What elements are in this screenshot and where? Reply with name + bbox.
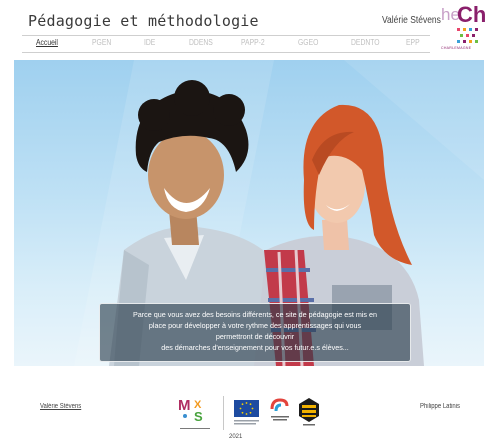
nav-item-ide[interactable]: IDE: [144, 38, 155, 47]
header-author: Valérie Stévens: [382, 15, 441, 26]
caption-line: permettront de découvrir: [215, 332, 295, 341]
footer-author-right: Philippe Latinis: [420, 403, 461, 410]
svg-text:S: S: [194, 409, 203, 424]
site-header: Pédagogie et méthodologie Valérie Stéven…: [0, 0, 485, 58]
mis-logo: M X S: [178, 397, 210, 429]
eu-flag-logo: [234, 400, 259, 425]
nav-item-ggeo[interactable]: GGEO: [298, 38, 318, 47]
nav-item-ddens[interactable]: DDENS: [189, 38, 213, 47]
nav-item-papp-2[interactable]: PAPP-2: [241, 38, 265, 47]
nav-item-pgen[interactable]: PGEN: [92, 38, 111, 47]
nav-item-dednto[interactable]: DEDNTO: [351, 38, 380, 47]
svg-text:M: M: [178, 397, 191, 414]
footer-year: 2021: [229, 434, 243, 440]
nav-item-epp[interactable]: EPP: [406, 38, 420, 47]
nav-divider-bottom: [22, 52, 430, 53]
nav-divider-top: [22, 35, 430, 36]
main-nav: Accueil PGEN IDE DDENS PAPP-2 GGEO DEDNT…: [22, 37, 430, 51]
fwb-logo: [270, 398, 289, 421]
logo-tagline: CHARLEMAGNE: [441, 46, 472, 50]
nav-item-accueil[interactable]: Accueil: [36, 38, 58, 47]
logo-ch-text: Ch: [457, 2, 485, 27]
caption-line: Parce que vous avez des besoins différen…: [133, 310, 377, 319]
logo-dots-icon: [455, 28, 481, 44]
caption-line: place pour développer à votre rythme des…: [148, 321, 362, 330]
footer-divider: [223, 396, 224, 430]
hech-logo[interactable]: he Ch CHARLEMAGNE: [441, 2, 485, 52]
hero-banner: Parce que vous avez des besoins différen…: [14, 60, 484, 366]
site-title[interactable]: Pédagogie et méthodologie: [28, 12, 259, 30]
caption-line: des démarches d'enseignement pour vos fu…: [161, 343, 349, 352]
hero-caption: Parce que vous avez des besoins différen…: [99, 303, 411, 362]
footer-author-left-link[interactable]: Valérie Stévens: [40, 403, 81, 410]
fse-logo: [299, 398, 319, 426]
